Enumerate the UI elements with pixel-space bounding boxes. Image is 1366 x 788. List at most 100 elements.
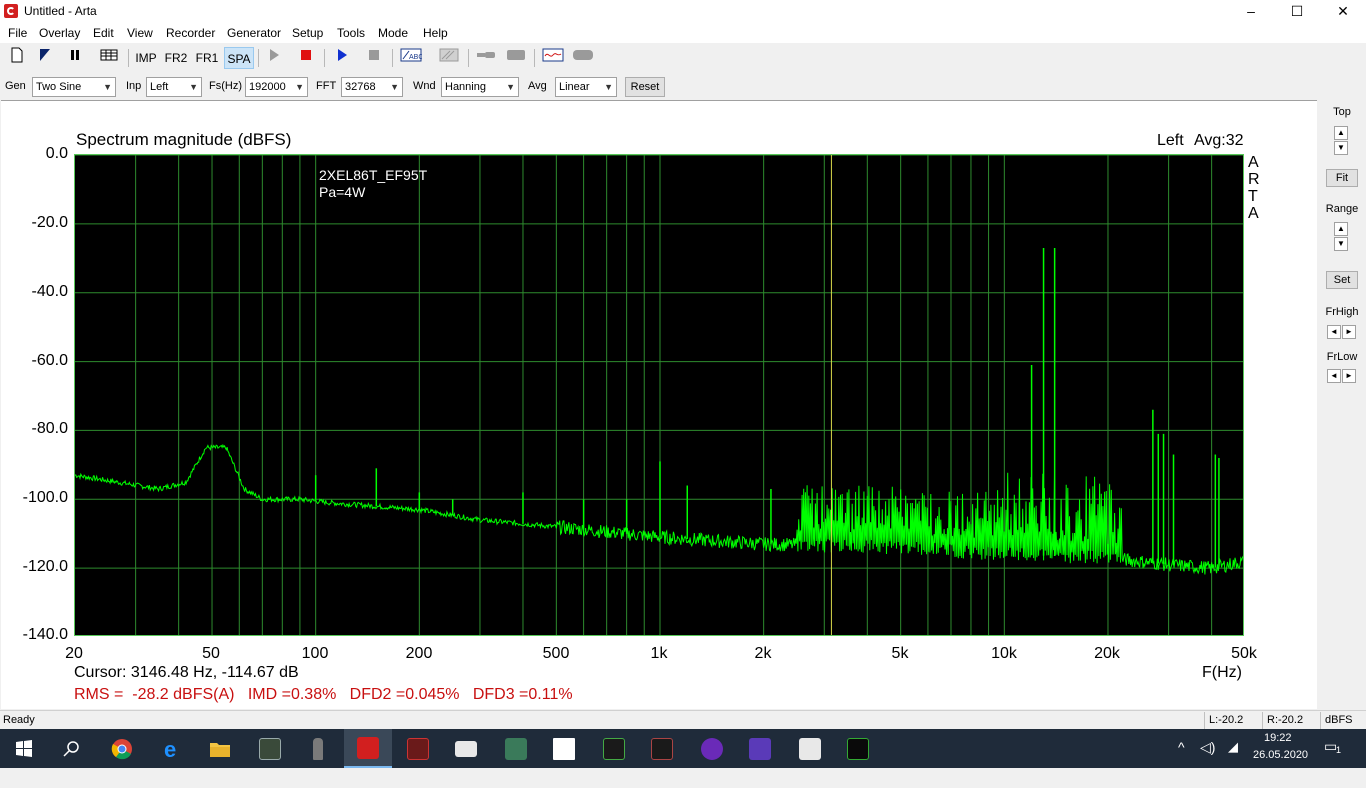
probe-icon[interactable] bbox=[474, 47, 498, 69]
menu-setup[interactable]: Setup bbox=[292, 26, 323, 40]
reset-button[interactable]: Reset bbox=[625, 77, 665, 97]
meter-gray-icon[interactable] bbox=[506, 47, 526, 69]
gen-label: Gen bbox=[5, 80, 26, 92]
arta-letter: A bbox=[1248, 205, 1259, 222]
y-tick-label: -140.0 bbox=[22, 626, 68, 643]
minimize-button[interactable]: – bbox=[1228, 0, 1274, 23]
range-label: Range bbox=[1325, 203, 1359, 215]
frlow-right-button[interactable]: ► bbox=[1342, 369, 1356, 383]
app-device-icon[interactable] bbox=[786, 729, 834, 768]
frlow-left-button[interactable]: ◄ bbox=[1327, 369, 1341, 383]
top-label: Top bbox=[1333, 106, 1351, 118]
frhigh-label: FrHigh bbox=[1325, 306, 1359, 318]
edge-icon[interactable]: e bbox=[148, 729, 196, 768]
start-icon[interactable] bbox=[0, 729, 48, 768]
frhigh-right-button[interactable]: ► bbox=[1342, 325, 1356, 339]
app-scope-icon[interactable] bbox=[638, 729, 686, 768]
app-signal-icon[interactable] bbox=[590, 729, 638, 768]
wnd-select[interactable]: Hanning ▼ bbox=[441, 77, 519, 97]
spectrum-plot[interactable]: 2XEL86T_EF95T Pa=4W bbox=[74, 154, 1244, 636]
play-gray-icon[interactable] bbox=[264, 47, 284, 69]
app-circuit-icon[interactable] bbox=[246, 729, 294, 768]
menu-file[interactable]: File bbox=[8, 26, 27, 40]
y-tick-label: -40.0 bbox=[31, 283, 68, 300]
chevron-down-icon: ▼ bbox=[604, 82, 613, 92]
imp-mode-button[interactable]: IMP bbox=[133, 47, 159, 69]
level-unit: dBFS bbox=[1320, 712, 1357, 729]
range-up-button[interactable]: ▲ bbox=[1334, 222, 1348, 236]
wnd-label: Wnd bbox=[413, 80, 436, 92]
play-icon[interactable] bbox=[332, 47, 352, 69]
abc-tool-icon[interactable]: ABC bbox=[398, 47, 424, 69]
fft-select[interactable]: 32768 ▼ bbox=[341, 77, 403, 97]
inp-label: Inp bbox=[126, 80, 142, 92]
range-down-button[interactable]: ▼ bbox=[1334, 237, 1348, 251]
plot-title: Spectrum magnitude (dBFS) bbox=[76, 130, 292, 149]
chevron-down-icon: ▼ bbox=[506, 82, 515, 92]
fs-select[interactable]: 192000 ▼ bbox=[245, 77, 308, 97]
open-file-icon[interactable] bbox=[36, 47, 54, 69]
list-view-icon[interactable] bbox=[98, 47, 120, 69]
app-pen-icon[interactable] bbox=[736, 729, 784, 768]
stop-record-icon[interactable] bbox=[296, 47, 316, 69]
avg-select[interactable]: Linear ▼ bbox=[555, 77, 617, 97]
inp-select-value: Left bbox=[150, 81, 169, 93]
x-tick-label: 50 bbox=[202, 645, 220, 662]
top-up-button[interactable]: ▲ bbox=[1334, 126, 1348, 140]
frhigh-left-button[interactable]: ◄ bbox=[1327, 325, 1341, 339]
search-icon[interactable] bbox=[48, 729, 96, 768]
top-down-button[interactable]: ▼ bbox=[1334, 141, 1348, 155]
network-icon[interactable]: ◢ bbox=[1228, 739, 1238, 778]
channel-label: Left bbox=[1157, 132, 1184, 149]
x-axis-unit: F(Hz) bbox=[1202, 664, 1242, 681]
fr1-mode-button[interactable]: FR1 bbox=[193, 47, 221, 69]
app-red-icon[interactable] bbox=[394, 729, 442, 768]
menu-view[interactable]: View bbox=[127, 26, 153, 40]
fs-select-value: 192000 bbox=[249, 81, 286, 93]
x-tick-label: 100 bbox=[301, 645, 329, 662]
menu-mode[interactable]: Mode bbox=[378, 26, 408, 40]
y-tick-label: 0.0 bbox=[45, 145, 68, 162]
menu-help[interactable]: Help bbox=[423, 26, 448, 40]
oscilloscope-icon[interactable] bbox=[540, 47, 566, 69]
inp-select[interactable]: Left ▼ bbox=[146, 77, 202, 97]
menu-generator[interactable]: Generator bbox=[227, 26, 281, 40]
status-bar: Ready L:-20.2 R:-20.2 dBFS bbox=[0, 710, 1366, 729]
menu-recorder[interactable]: Recorder bbox=[166, 26, 215, 40]
gen-select[interactable]: Two Sine ▼ bbox=[32, 77, 116, 97]
measurement-results: RMS = -28.2 dBFS(A) IMD =0.38% DFD2 =0.0… bbox=[74, 686, 573, 703]
maximize-button[interactable]: ☐ bbox=[1274, 0, 1320, 23]
menu-edit[interactable]: Edit bbox=[93, 26, 114, 40]
set-button[interactable]: Set bbox=[1326, 271, 1358, 289]
spa-mode-button[interactable]: SPA bbox=[224, 47, 254, 69]
app-terminal-icon[interactable] bbox=[834, 729, 882, 768]
chrome-icon[interactable] bbox=[98, 729, 146, 768]
speaker-icon[interactable]: ◁) bbox=[1200, 739, 1215, 778]
file-explorer-icon[interactable] bbox=[196, 729, 244, 768]
menu-overlay[interactable]: Overlay bbox=[39, 26, 80, 40]
tool-gray-icon[interactable] bbox=[436, 47, 462, 69]
svg-text:ABC: ABC bbox=[409, 54, 422, 61]
clock-date[interactable]: 26.05.2020 bbox=[1253, 749, 1308, 788]
pause-icon[interactable] bbox=[66, 47, 84, 69]
menu-tools[interactable]: Tools bbox=[337, 26, 365, 40]
new-file-icon[interactable] bbox=[8, 47, 26, 69]
app-window-icon[interactable] bbox=[442, 729, 490, 768]
fr2-mode-button[interactable]: FR2 bbox=[162, 47, 190, 69]
annotation-power: Pa=4W bbox=[319, 184, 366, 200]
chevron-down-icon: ▼ bbox=[103, 82, 112, 92]
stop-icon[interactable] bbox=[364, 47, 384, 69]
tool-round-icon[interactable] bbox=[572, 47, 594, 69]
left-level: L:-20.2 bbox=[1204, 712, 1247, 729]
store-icon[interactable] bbox=[540, 729, 588, 768]
fit-button[interactable]: Fit bbox=[1326, 169, 1358, 187]
app-media-icon[interactable] bbox=[688, 729, 736, 768]
close-button[interactable]: ✕ bbox=[1320, 0, 1366, 23]
app-tube-icon[interactable] bbox=[294, 729, 342, 768]
app-waveform-icon[interactable] bbox=[492, 729, 540, 768]
arta-taskbar-icon[interactable] bbox=[344, 729, 392, 768]
chevron-up-icon[interactable]: ^ bbox=[1178, 739, 1185, 778]
chevron-down-icon: ▼ bbox=[390, 82, 399, 92]
arta-app-icon bbox=[4, 4, 18, 18]
right-level: R:-20.2 bbox=[1262, 712, 1307, 729]
